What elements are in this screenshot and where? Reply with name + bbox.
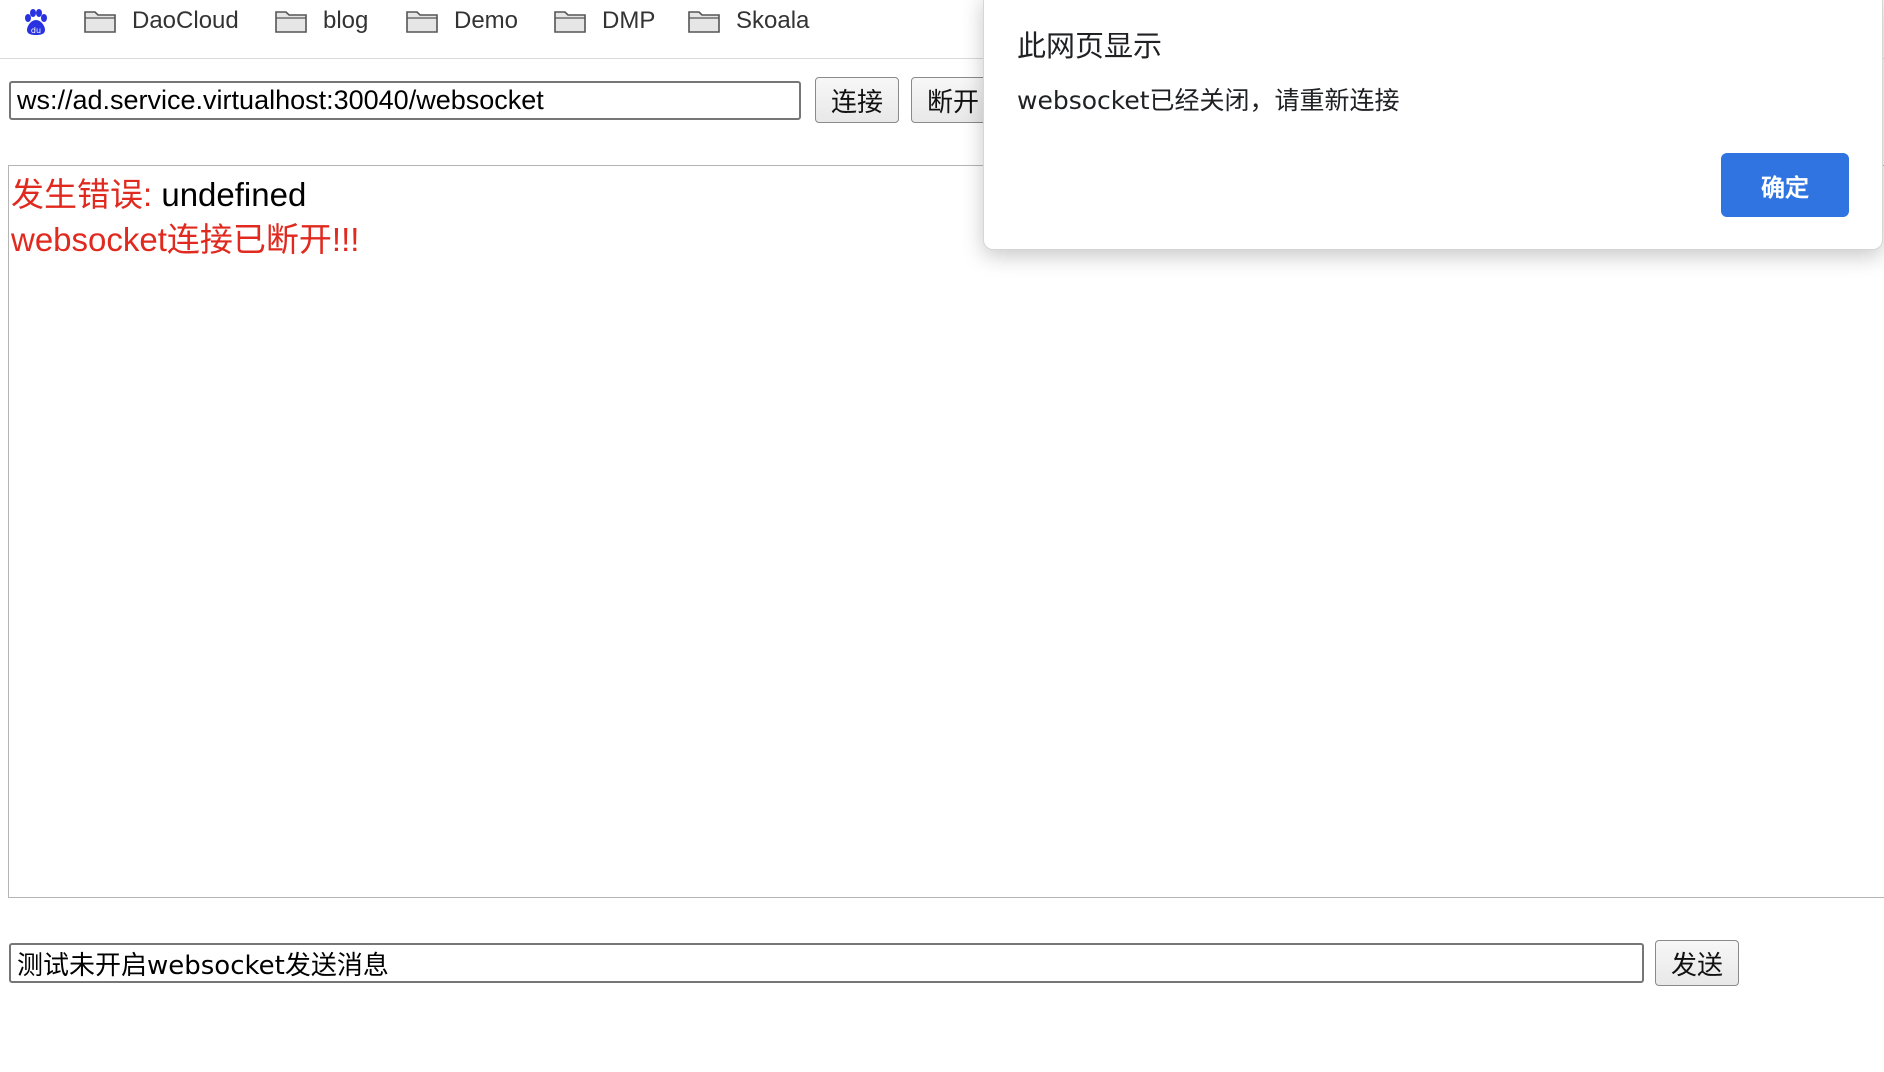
svg-text:du: du bbox=[31, 26, 41, 35]
folder-icon bbox=[275, 11, 307, 33]
message-input[interactable] bbox=[9, 943, 1644, 983]
websocket-url-input[interactable] bbox=[9, 81, 801, 120]
alert-message: websocket已经关闭，请重新连接 bbox=[1017, 86, 1400, 115]
folder-icon bbox=[84, 11, 116, 33]
bookmark-folder-daocloud[interactable]: DaoCloud bbox=[84, 6, 239, 36]
alert-dialog: 此网页显示 websocket已经关闭，请重新连接 确定 bbox=[983, 0, 1883, 250]
bookmark-label: blog bbox=[323, 7, 369, 34]
bookmark-folder-dmp[interactable]: DMP bbox=[554, 6, 655, 36]
bookmark-label: DMP bbox=[602, 7, 656, 34]
bookmark-folder-skoala[interactable]: Skoala bbox=[688, 6, 809, 36]
bookmark-label: DaoCloud bbox=[132, 7, 239, 34]
log-error-value: undefined bbox=[161, 176, 307, 213]
bookmark-folder-blog[interactable]: blog bbox=[275, 6, 368, 36]
log-error-prefix: 发生错误: bbox=[11, 176, 162, 213]
folder-icon bbox=[406, 11, 438, 33]
message-log: 发生错误: undefined websocket连接已断开!!! bbox=[8, 165, 1884, 898]
send-button[interactable]: 发送 bbox=[1655, 940, 1739, 986]
baidu-logo-icon[interactable]: du bbox=[22, 8, 50, 36]
alert-title: 此网页显示 bbox=[1017, 29, 1163, 63]
folder-icon bbox=[554, 11, 586, 33]
bookmark-label: Skoala bbox=[736, 7, 810, 34]
folder-icon bbox=[688, 11, 720, 33]
connect-button[interactable]: 连接 bbox=[815, 77, 899, 123]
alert-ok-button[interactable]: 确定 bbox=[1721, 153, 1849, 217]
bookmark-folder-demo[interactable]: Demo bbox=[406, 6, 518, 36]
bookmark-label: Demo bbox=[454, 7, 519, 34]
